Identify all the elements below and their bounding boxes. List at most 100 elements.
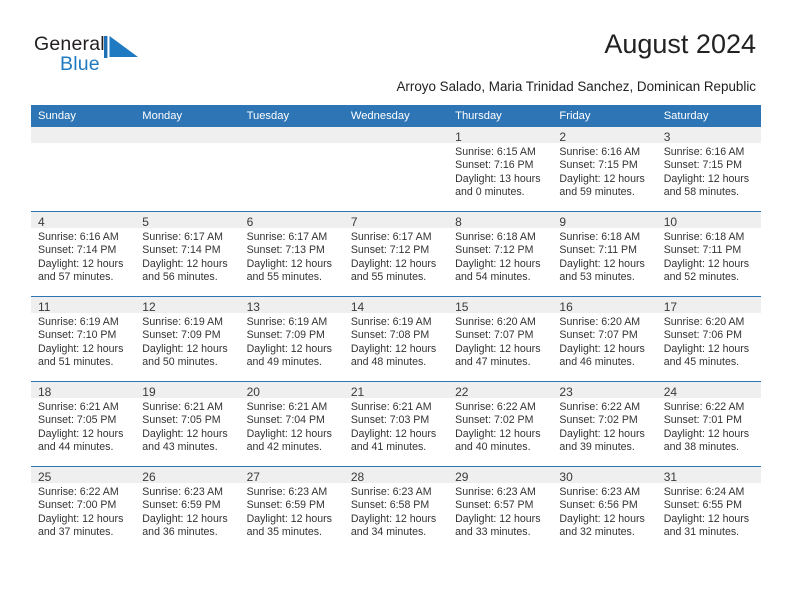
page-title: August 2024: [604, 29, 756, 59]
calendar-day-cell[interactable]: 9 Sunrise: 6:18 AM Sunset: 7:11 PM Daylight…: [552, 211, 657, 297]
day-details: Sunrise: 6:22 AM Sunset: 7:02 PM Daylight:…: [448, 398, 552, 455]
calendar-day-cell[interactable]: 10 Sunrise: 6:18 AM Sunset: 7:11 PM Dayligh…: [656, 211, 761, 297]
day-details: Sunrise: 6:19 AM Sunset: 7:09 PM Daylight:…: [135, 313, 239, 370]
calendar-day-cell[interactable]: 22 Sunrise: 6:22 AM Sunset: 7:02 PM Dayligh…: [448, 381, 553, 467]
daylight-duration-line2: and 54 minutes.: [455, 271, 531, 284]
calendar-day-cell[interactable]: 1 Sunrise: 6:15 AM Sunset: 7:16 PM Daylight…: [448, 127, 553, 212]
daylight-duration-line2: and 47 minutes.: [455, 356, 531, 369]
day-details: Sunrise: 6:20 AM Sunset: 7:06 PM Daylight:…: [657, 313, 761, 370]
calendar-day-cell[interactable]: 8 Sunrise: 6:18 AM Sunset: 7:12 PM Daylight…: [448, 211, 553, 297]
daylight-duration-line1: Daylight: 12 hours: [559, 257, 645, 270]
calendar-day-cell[interactable]: 23 Sunrise: 6:22 AM Sunset: 7:02 PM Dayligh…: [552, 381, 657, 467]
calendar-day-cell[interactable]: 16 Sunrise: 6:20 AM Sunset: 7:07 PM Dayligh…: [552, 296, 657, 382]
sunset-time: Sunset: 6:59 PM: [142, 499, 221, 512]
sunrise-time: Sunrise: 6:23 AM: [246, 486, 328, 498]
sunrise-time: Sunrise: 6:20 AM: [559, 316, 641, 328]
day-number: 8: [448, 212, 553, 229]
daylight-duration-line2: and 39 minutes.: [559, 441, 635, 454]
calendar-day-cell[interactable]: 26 Sunrise: 6:23 AM Sunset: 6:59 PM Dayligh…: [135, 466, 240, 551]
day-details: Sunrise: 6:23 AM Sunset: 6:58 PM Daylight:…: [344, 483, 448, 540]
sunrise-time: Sunrise: 6:17 AM: [246, 231, 328, 243]
calendar-day-cell[interactable]: 15 Sunrise: 6:20 AM Sunset: 7:07 PM Dayligh…: [448, 296, 553, 382]
daylight-duration-line1: Daylight: 12 hours: [455, 257, 541, 270]
sunset-time: Sunset: 7:13 PM: [246, 244, 325, 257]
daylight-duration-line2: and 33 minutes.: [455, 526, 531, 539]
daylight-duration-line1: Daylight: 12 hours: [663, 172, 750, 185]
weekday-header-wednesday: Wednesday: [343, 105, 449, 127]
day-number: 26: [135, 467, 240, 484]
calendar-day-cell[interactable]: 25 Sunrise: 6:22 AM Sunset: 7:00 PM Dayligh…: [31, 466, 136, 551]
day-number: 7: [343, 212, 449, 229]
calendar-week-row: 18 Sunrise: 6:21 AM Sunset: 7:05 PM Dayligh…: [31, 381, 761, 467]
flag-triangle-icon: [104, 36, 138, 58]
weekday-header-sunday: Sunday: [31, 105, 136, 127]
calendar-day-cell[interactable]: 18 Sunrise: 6:21 AM Sunset: 7:05 PM Dayligh…: [31, 381, 136, 467]
sunset-time: Sunset: 7:09 PM: [142, 329, 221, 342]
daylight-duration-line1: Daylight: 12 hours: [350, 342, 437, 355]
day-details: Sunrise: 6:16 AM Sunset: 7:14 PM Daylight:…: [31, 228, 135, 285]
sunrise-time: Sunrise: 6:18 AM: [559, 231, 641, 243]
daylight-duration-line1: Daylight: 12 hours: [350, 257, 437, 270]
calendar-day-cell[interactable]: 12 Sunrise: 6:19 AM Sunset: 7:09 PM Dayligh…: [135, 296, 240, 382]
day-number: 11: [31, 297, 136, 314]
day-number: 12: [135, 297, 240, 314]
sunrise-time: Sunrise: 6:17 AM: [142, 231, 223, 243]
daylight-duration-line1: Daylight: 12 hours: [38, 342, 124, 355]
sunrise-time: Sunrise: 6:23 AM: [455, 486, 536, 498]
calendar-day-cell[interactable]: 13 Sunrise: 6:19 AM Sunset: 7:09 PM Dayligh…: [239, 296, 344, 382]
calendar-day-cell[interactable]: 17 Sunrise: 6:20 AM Sunset: 7:06 PM Dayligh…: [656, 296, 761, 382]
calendar-day-cell[interactable]: 24 Sunrise: 6:22 AM Sunset: 7:01 PM Dayligh…: [656, 381, 761, 467]
calendar-day-cell[interactable]: 14 Sunrise: 6:19 AM Sunset: 7:08 PM Dayligh…: [343, 296, 449, 382]
sunset-time: Sunset: 7:11 PM: [559, 244, 637, 257]
calendar-day-cell[interactable]: 28 Sunrise: 6:23 AM Sunset: 6:58 PM Dayligh…: [343, 466, 449, 551]
calendar-day-cell[interactable]: 21 Sunrise: 6:21 AM Sunset: 7:03 PM Dayligh…: [343, 381, 449, 467]
calendar-day-cell[interactable]: 4 Sunrise: 6:16 AM Sunset: 7:14 PM Daylight…: [31, 211, 136, 297]
calendar-day-cell[interactable]: 11 Sunrise: 6:19 AM Sunset: 7:10 PM Dayligh…: [31, 296, 136, 382]
daylight-duration-line1: Daylight: 12 hours: [559, 172, 645, 185]
day-number: 13: [239, 297, 344, 314]
sunrise-time: Sunrise: 6:18 AM: [455, 231, 536, 243]
sunset-time: Sunset: 7:07 PM: [455, 329, 534, 342]
daylight-duration-line1: Daylight: 12 hours: [38, 427, 124, 440]
sunrise-time: Sunrise: 6:23 AM: [350, 486, 432, 498]
day-number: 20: [239, 382, 344, 399]
calendar-header-row: Sunday Monday Tuesday Wednesday Thursday…: [31, 105, 761, 127]
daylight-duration-line2: and 34 minutes.: [350, 526, 427, 539]
daylight-duration-line1: Daylight: 13 hours: [455, 172, 541, 185]
calendar-day-cell[interactable]: 3 Sunrise: 6:16 AM Sunset: 7:15 PM Daylight…: [656, 127, 761, 212]
sunrise-time: Sunrise: 6:19 AM: [246, 316, 328, 328]
calendar-day-cell[interactable]: 30 Sunrise: 6:23 AM Sunset: 6:56 PM Dayligh…: [552, 466, 657, 551]
calendar-day-cell[interactable]: 6 Sunrise: 6:17 AM Sunset: 7:13 PM Daylight…: [239, 211, 344, 297]
calendar-day-cell[interactable]: 19 Sunrise: 6:21 AM Sunset: 7:05 PM Dayligh…: [135, 381, 240, 467]
daylight-duration-line1: Daylight: 12 hours: [663, 427, 750, 440]
calendar-day-cell[interactable]: 31 Sunrise: 6:24 AM Sunset: 6:55 PM Dayligh…: [656, 466, 761, 551]
daylight-duration-line2: and 55 minutes.: [246, 271, 322, 284]
calendar-day-cell[interactable]: 20 Sunrise: 6:21 AM Sunset: 7:04 PM Dayligh…: [239, 381, 344, 467]
calendar-day-cell[interactable]: 27 Sunrise: 6:23 AM Sunset: 6:59 PM Dayligh…: [239, 466, 344, 551]
sunset-time: Sunset: 7:15 PM: [559, 159, 638, 172]
sunset-time: Sunset: 7:06 PM: [663, 329, 743, 342]
general-blue-logo[interactable]: General Blue: [34, 33, 164, 79]
calendar-day-cell[interactable]: 7 Sunrise: 6:17 AM Sunset: 7:12 PM Daylight…: [343, 211, 449, 297]
daylight-duration-line1: Daylight: 12 hours: [663, 512, 750, 525]
day-details: Sunrise: 6:18 AM Sunset: 7:11 PM Daylight:…: [657, 228, 761, 285]
weekday-header-monday: Monday: [135, 105, 240, 127]
calendar-week-row: 1 Sunrise: 6:15 AM Sunset: 7:16 PM Daylight…: [31, 127, 761, 212]
day-details: Sunrise: 6:19 AM Sunset: 7:10 PM Daylight:…: [31, 313, 135, 370]
day-details: Sunrise: 6:17 AM Sunset: 7:13 PM Daylight:…: [240, 228, 344, 285]
day-details: Sunrise: 6:21 AM Sunset: 7:03 PM Daylight:…: [344, 398, 448, 455]
sunrise-time: Sunrise: 6:21 AM: [246, 401, 328, 413]
daylight-duration-line1: Daylight: 12 hours: [246, 257, 332, 270]
calendar-day-cell[interactable]: 29 Sunrise: 6:23 AM Sunset: 6:57 PM Dayligh…: [448, 466, 553, 551]
calendar-day-cell[interactable]: 2 Sunrise: 6:16 AM Sunset: 7:15 PM Daylight…: [552, 127, 657, 212]
daylight-duration-line1: Daylight: 12 hours: [246, 342, 332, 355]
day-number: 6: [239, 212, 344, 229]
sunrise-time: Sunrise: 6:24 AM: [663, 486, 745, 498]
calendar-day-cell[interactable]: 5 Sunrise: 6:17 AM Sunset: 7:14 PM Daylight…: [135, 211, 240, 297]
sunset-time: Sunset: 7:14 PM: [38, 244, 117, 257]
day-number: [239, 127, 344, 143]
day-number: 30: [552, 467, 657, 484]
calendar-week-row: 25 Sunrise: 6:22 AM Sunset: 7:00 PM Dayligh…: [31, 466, 761, 551]
day-number: [135, 127, 240, 143]
daylight-duration-line2: and 48 minutes.: [350, 356, 427, 369]
